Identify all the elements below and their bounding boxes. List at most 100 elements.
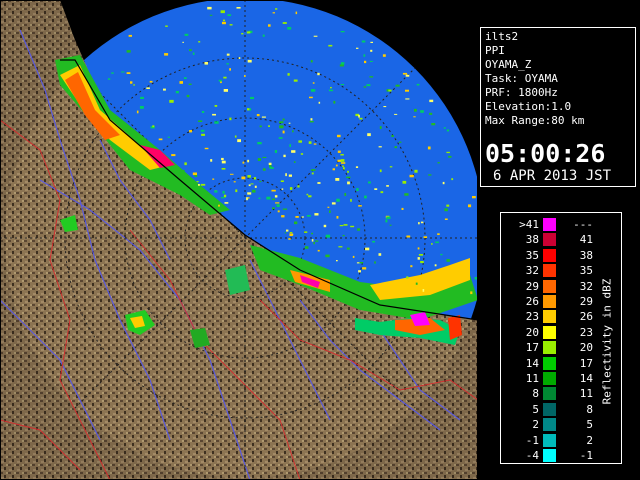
echo-cell <box>247 175 251 178</box>
radar-display: ilts2 PPI OYAMA_Z Task: OYAMA PRF: 1800H… <box>0 0 640 480</box>
echo-cell <box>446 129 450 132</box>
echo-cell <box>280 180 284 182</box>
echo-cell <box>405 89 409 92</box>
echo-cell <box>416 83 420 86</box>
echo-cell <box>212 113 216 116</box>
legend-high-value: 23 <box>579 325 593 339</box>
echo-cell <box>364 60 367 64</box>
echo-cell <box>370 49 373 52</box>
echo-cell <box>241 33 244 35</box>
echo-cell <box>331 202 336 205</box>
echo-cell <box>238 57 241 59</box>
echo-cell <box>204 147 209 150</box>
echo-cell <box>257 158 261 161</box>
echo-cell <box>366 84 371 87</box>
echo-cell <box>339 64 344 67</box>
legend-low-value: >41 <box>519 218 539 231</box>
echo-cell <box>289 233 293 236</box>
legend-color-swatch <box>543 310 556 324</box>
legend-low-value: 17 <box>525 341 539 355</box>
echo-cell <box>358 114 360 118</box>
echo-cell <box>192 52 195 55</box>
echo-cell <box>337 150 341 153</box>
info-line-prf: PRF: 1800Hz <box>485 86 558 99</box>
echo-cell <box>171 154 176 157</box>
legend-color-swatch <box>543 325 556 339</box>
echo-cell <box>350 225 355 228</box>
legend-color-swatch <box>543 356 556 370</box>
info-line-range: Max Range:80 km <box>485 114 585 127</box>
echo-cell <box>374 261 376 264</box>
echo-cell <box>250 183 254 185</box>
echo-cell <box>274 150 278 153</box>
echo-cell <box>409 174 414 178</box>
legend-color-swatch <box>543 433 556 447</box>
echo-cell <box>364 195 367 199</box>
echo-cell <box>444 218 448 220</box>
echo-cell <box>404 193 409 196</box>
echo-cell <box>382 54 386 57</box>
echo-cell <box>355 166 359 168</box>
legend-color-swatch <box>543 264 556 278</box>
echo-cell <box>247 108 250 111</box>
echo-cell <box>286 229 289 232</box>
legend-low-value: 11 <box>525 372 539 385</box>
echo-cell <box>218 79 222 82</box>
echo-cell <box>451 178 454 181</box>
echo-cell <box>223 76 227 79</box>
echo-cell <box>229 24 233 26</box>
echo-cell <box>133 84 135 86</box>
echo-cell <box>370 41 373 43</box>
legend-color-swatch <box>543 279 556 293</box>
legend-low-value: 26 <box>525 295 539 308</box>
legend-row: 35 38 <box>501 248 621 263</box>
info-line-task: Task: OYAMA <box>485 72 558 85</box>
echo-cell <box>192 172 197 176</box>
echo-cell <box>256 114 260 117</box>
legend-low-value: 23 <box>525 310 539 324</box>
echo-cell <box>229 117 232 121</box>
echo-cell <box>311 169 316 171</box>
echo-cell <box>328 89 334 92</box>
legend-low-value: 5 <box>532 402 539 416</box>
echo-cell <box>165 25 168 27</box>
echo-cell <box>204 62 208 65</box>
legend-low-value: -4 <box>525 449 539 462</box>
echo-cell <box>386 185 389 187</box>
echo-cell <box>310 60 313 63</box>
echo-cell <box>406 235 411 238</box>
echo-cell <box>340 154 344 156</box>
echo-cell <box>356 188 359 192</box>
echo-cell <box>107 78 111 80</box>
echo-cell <box>287 73 290 76</box>
legend-high-value: 41 <box>579 233 593 247</box>
echo-cell <box>257 142 262 145</box>
echo-cell <box>330 87 332 89</box>
echo-cell <box>288 174 292 177</box>
echo-cell <box>201 133 205 136</box>
echo-cell <box>340 62 345 65</box>
echo-cell <box>395 84 400 87</box>
radar-ppi-map[interactable] <box>0 0 478 480</box>
echo-cell <box>372 240 375 243</box>
legend-color-swatch <box>543 387 556 401</box>
echo-cell <box>242 161 245 164</box>
legend-color-swatch <box>543 295 556 308</box>
echo-cell <box>402 72 408 75</box>
echo-cell <box>130 81 133 84</box>
echo-cell <box>140 96 144 99</box>
echo-cell <box>244 75 246 77</box>
echo-cell <box>223 19 225 22</box>
legend-high-value: 29 <box>579 295 593 308</box>
legend-low-value: 38 <box>525 233 539 247</box>
echo-cell <box>415 282 418 285</box>
echo-cell <box>285 173 287 177</box>
echo-cell <box>422 289 425 292</box>
echo-cell <box>235 189 238 193</box>
echo-cell <box>289 232 293 234</box>
echo-cell <box>293 161 296 163</box>
echo-cell <box>222 21 226 25</box>
echo-cell <box>343 224 348 226</box>
echo-cell <box>401 207 404 210</box>
echo-cell <box>182 41 184 43</box>
